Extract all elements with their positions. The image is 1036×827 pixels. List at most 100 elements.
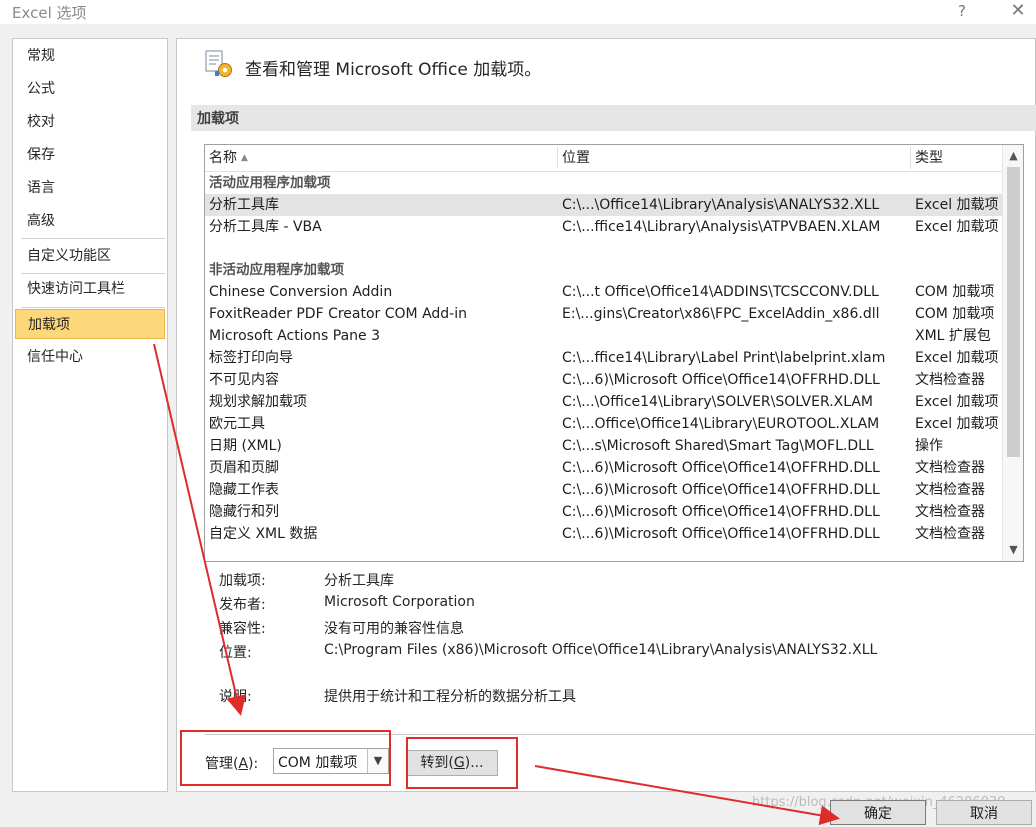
addin-name: Chinese Conversion Addin [209,284,393,300]
nav-item-7[interactable]: 快速访问工具栏 [15,274,165,304]
nav-item-3[interactable]: 保存 [15,140,165,170]
nav-item-9[interactable]: 信任中心 [15,342,165,372]
table-row[interactable]: Microsoft Actions Pane 3 XML 扩展包 [205,325,1002,347]
addin-type: Excel 加载项 [915,394,999,410]
table-row[interactable]: 欧元工具 C:\...Office\Office14\Library\EUROTO… [205,413,1002,435]
sort-up-arrow-icon: ▲ [241,153,248,163]
addin-name: 分析工具库 [209,197,279,213]
addin-name: 分析工具库 - VBA [209,219,322,235]
addin-type: Excel 加载项 [915,219,999,235]
table-row[interactable]: 标签打印向导 C:\...ffice14\Library\Label Print\… [205,347,1002,369]
nav-separator [21,238,165,239]
nav-item-8[interactable]: 加载项 [15,309,165,339]
table-row[interactable]: 分析工具库 - VBA C:\...ffice14\Library\Analysi… [205,216,1002,238]
addin-location: C:\...s\Microsoft Shared\Smart Tag\MOFL.… [562,438,874,454]
detail-compat-value: 没有可用的兼容性信息 [324,621,464,637]
addin-name: 隐藏行和列 [209,504,279,520]
addin-type: 文档检查器 [915,372,985,388]
nav-separator [21,273,165,274]
addin-name: FoxitReader PDF Creator COM Add-in [209,306,467,322]
table-row[interactable]: 不可见内容 C:\...6)\Microsoft Office\Office14\… [205,369,1002,391]
table-row[interactable]: 规划求解加载项 C:\...\Office14\Library\SOLVER\SO… [205,391,1002,413]
table-row[interactable]: Chinese Conversion Addin C:\...t Office\O… [205,281,1002,303]
scroll-thumb[interactable] [1007,167,1020,457]
addin-location: C:\...6)\Microsoft Office\Office14\OFFRH… [562,460,880,476]
addin-location: E:\...gins\Creator\x86\FPC_ExcelAddin_x8… [562,306,880,322]
window-title: Excel 选项 [12,4,87,22]
cancel-button[interactable]: 取消 [936,800,1032,825]
addin-type: 文档检查器 [915,526,985,542]
addin-location: C:\...6)\Microsoft Office\Office14\OFFRH… [562,504,880,520]
addin-name: 日期 (XML) [209,438,282,454]
addin-type: Excel 加载项 [915,416,999,432]
title-bar: Excel 选项 ? ✕ [0,0,1036,24]
list-header: 名称 ▲ 位置 类型 [205,145,1002,172]
detail-location-value: C:\Program Files (x86)\Microsoft Office\… [324,642,878,658]
annotation-box-goto [406,737,518,789]
list-rows: 活动应用程序加载项 分析工具库 C:\...\Office14\Library\An… [205,172,1002,545]
addin-location: C:\...\Office14\Library\Analysis\ANALYS3… [562,197,880,213]
addin-name: 自定义 XML 数据 [209,526,318,542]
addin-type: XML 扩展包 [915,328,991,344]
section-label: 加载项 [197,111,239,127]
nav-item-1[interactable]: 公式 [15,74,165,104]
addin-type: COM 加载项 [915,306,995,322]
detail-description-label: 说明: [219,689,252,705]
addin-type: 文档检查器 [915,504,985,520]
panel-header: 查看和管理 Microsoft Office 加载项。 [245,60,542,80]
addin-location: C:\...t Office\Office14\ADDINS\TCSCCONV.… [562,284,879,300]
column-header-location[interactable]: 位置 [562,145,590,171]
nav-item-2[interactable]: 校对 [15,107,165,137]
addin-type: 文档检查器 [915,460,985,476]
detail-compat: 兼容性: 没有可用的兼容性信息 [219,618,464,638]
detail-location: 位置: C:\Program Files (x86)\Microsoft Off… [219,642,877,662]
addin-location: C:\...Office\Office14\Library\EUROTOOL.X… [562,416,880,432]
chevron-up-icon[interactable]: ▲ [1003,147,1023,165]
list-scrollbar[interactable]: ▲ ▼ [1002,145,1023,561]
table-row[interactable]: 隐藏工作表 C:\...6)\Microsoft Office\Office14\… [205,479,1002,501]
detail-publisher-value: Microsoft Corporation [324,594,475,610]
column-header-name[interactable]: 名称 ▲ [209,145,248,171]
table-row[interactable]: 日期 (XML) C:\...s\Microsoft Shared\Smart T… [205,435,1002,457]
close-button[interactable]: ✕ [1006,0,1030,22]
nav-item-0[interactable]: 常规 [15,41,165,71]
addins-list[interactable]: 名称 ▲ 位置 类型 活动应用程序加载项 分析工具库 C:\...\Office14\… [204,144,1024,562]
addin-name: 隐藏工作表 [209,482,279,498]
detail-addin-label: 加载项: [219,573,266,589]
addin-location: C:\...ffice14\Library\Label Print\labelp… [562,350,886,366]
detail-publisher: 发布者: Microsoft Corporation [219,594,475,614]
table-row[interactable]: FoxitReader PDF Creator COM Add-in E:\...… [205,303,1002,325]
addin-name: Microsoft Actions Pane 3 [209,328,380,344]
addin-name: 标签打印向导 [209,350,293,366]
column-header-type[interactable]: 类型 [915,145,943,171]
help-button[interactable]: ? [952,0,972,22]
table-row[interactable]: 隐藏行和列 C:\...6)\Microsoft Office\Office14\… [205,501,1002,523]
detail-addin: 加载项: 分析工具库 [219,570,394,590]
annotation-box-manage [180,730,391,786]
table-row[interactable]: 分析工具库 C:\...\Office14\Library\Analysis\AN… [205,194,1002,216]
addin-name: 不可见内容 [209,372,279,388]
chevron-down-icon[interactable]: ▼ [1003,541,1023,559]
ok-button[interactable]: 确定 [830,800,926,825]
detail-description: 说明: 提供用于统计和工程分析的数据分析工具 [219,686,576,706]
addin-type: COM 加载项 [915,284,995,300]
table-row[interactable]: 自定义 XML 数据 C:\...6)\Microsoft Office\Offi… [205,523,1002,545]
table-row[interactable]: 页眉和页脚 C:\...6)\Microsoft Office\Office14\… [205,457,1002,479]
addin-type: 操作 [915,438,943,454]
addin-name: 规划求解加载项 [209,394,307,410]
group-header: 非活动应用程序加载项 [209,262,344,278]
detail-addin-value: 分析工具库 [324,573,394,589]
addin-location: C:\...6)\Microsoft Office\Office14\OFFRH… [562,482,880,498]
addin-location: C:\...6)\Microsoft Office\Office14\OFFRH… [562,372,880,388]
nav-item-6[interactable]: 自定义功能区 [15,241,165,271]
detail-description-value: 提供用于统计和工程分析的数据分析工具 [324,689,576,705]
group-header: 活动应用程序加载项 [209,175,331,191]
addin-location: C:\...ffice14\Library\Analysis\ATPVBAEN.… [562,219,881,235]
addin-name: 欧元工具 [209,416,265,432]
addin-type: Excel 加载项 [915,350,999,366]
nav-item-4[interactable]: 语言 [15,173,165,203]
detail-compat-label: 兼容性: [219,621,266,637]
nav-item-5[interactable]: 高级 [15,206,165,236]
addin-name: 页眉和页脚 [209,460,279,476]
options-nav: 常规 公式 校对 保存 语言 高级自定义功能区 快速访问工具栏 加载项 信任中心 [12,38,168,792]
